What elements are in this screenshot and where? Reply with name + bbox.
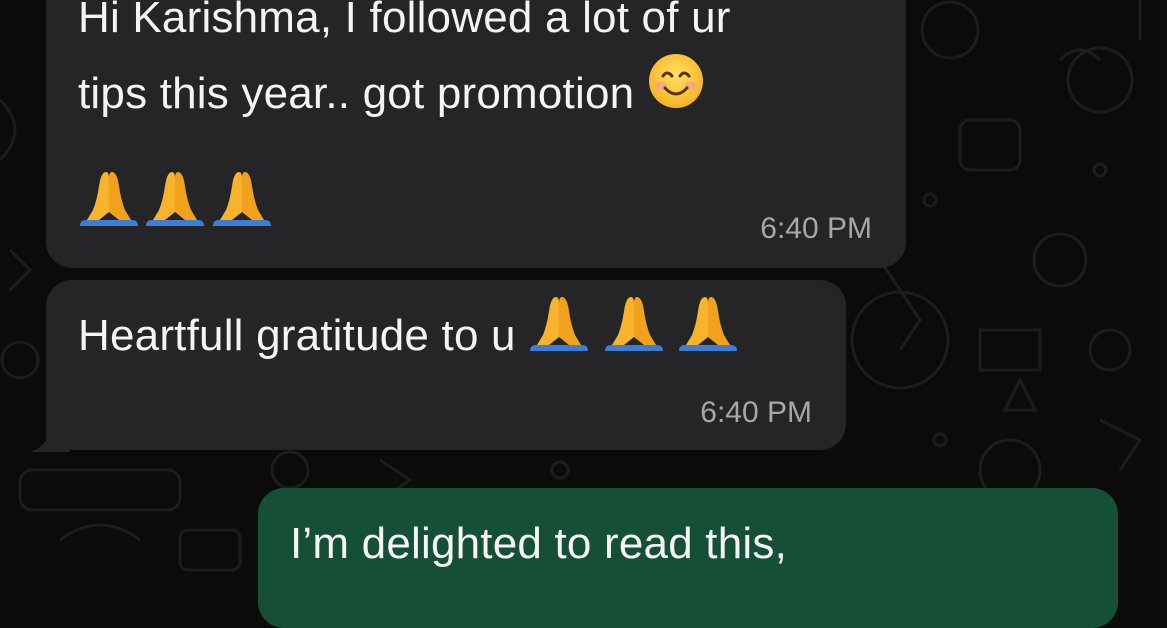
message-text: Heartfull gratitude to u bbox=[78, 292, 739, 383]
emoji-row bbox=[78, 168, 273, 233]
folded-hands-icon bbox=[144, 168, 206, 233]
message-timestamp: 6:40 PM bbox=[760, 212, 872, 245]
incoming-message-bubble[interactable]: Heartfull gratitude to u 6:40 PM bbox=[46, 280, 846, 450]
message-text: tips this year.. got promotion bbox=[78, 50, 705, 140]
message-text-line: Heartfull gratitude to u bbox=[78, 311, 516, 360]
folded-hands-icon bbox=[677, 293, 739, 383]
folded-hands-icon bbox=[78, 168, 140, 233]
message-text-line: tips this year.. got promotion bbox=[78, 69, 635, 118]
folded-hands-icon bbox=[603, 293, 665, 383]
message-timestamp: 6:40 PM bbox=[700, 396, 812, 429]
smiling-face-icon bbox=[647, 52, 705, 140]
folded-hands-icon bbox=[211, 168, 273, 233]
folded-hands-icon bbox=[528, 293, 590, 383]
incoming-message-bubble[interactable]: Hi Karishma, I followed a lot of ur tips… bbox=[46, 0, 906, 268]
outgoing-message-bubble[interactable]: I’m delighted to read this, bbox=[258, 488, 1118, 628]
message-text: I’m delighted to read this, bbox=[290, 519, 788, 568]
